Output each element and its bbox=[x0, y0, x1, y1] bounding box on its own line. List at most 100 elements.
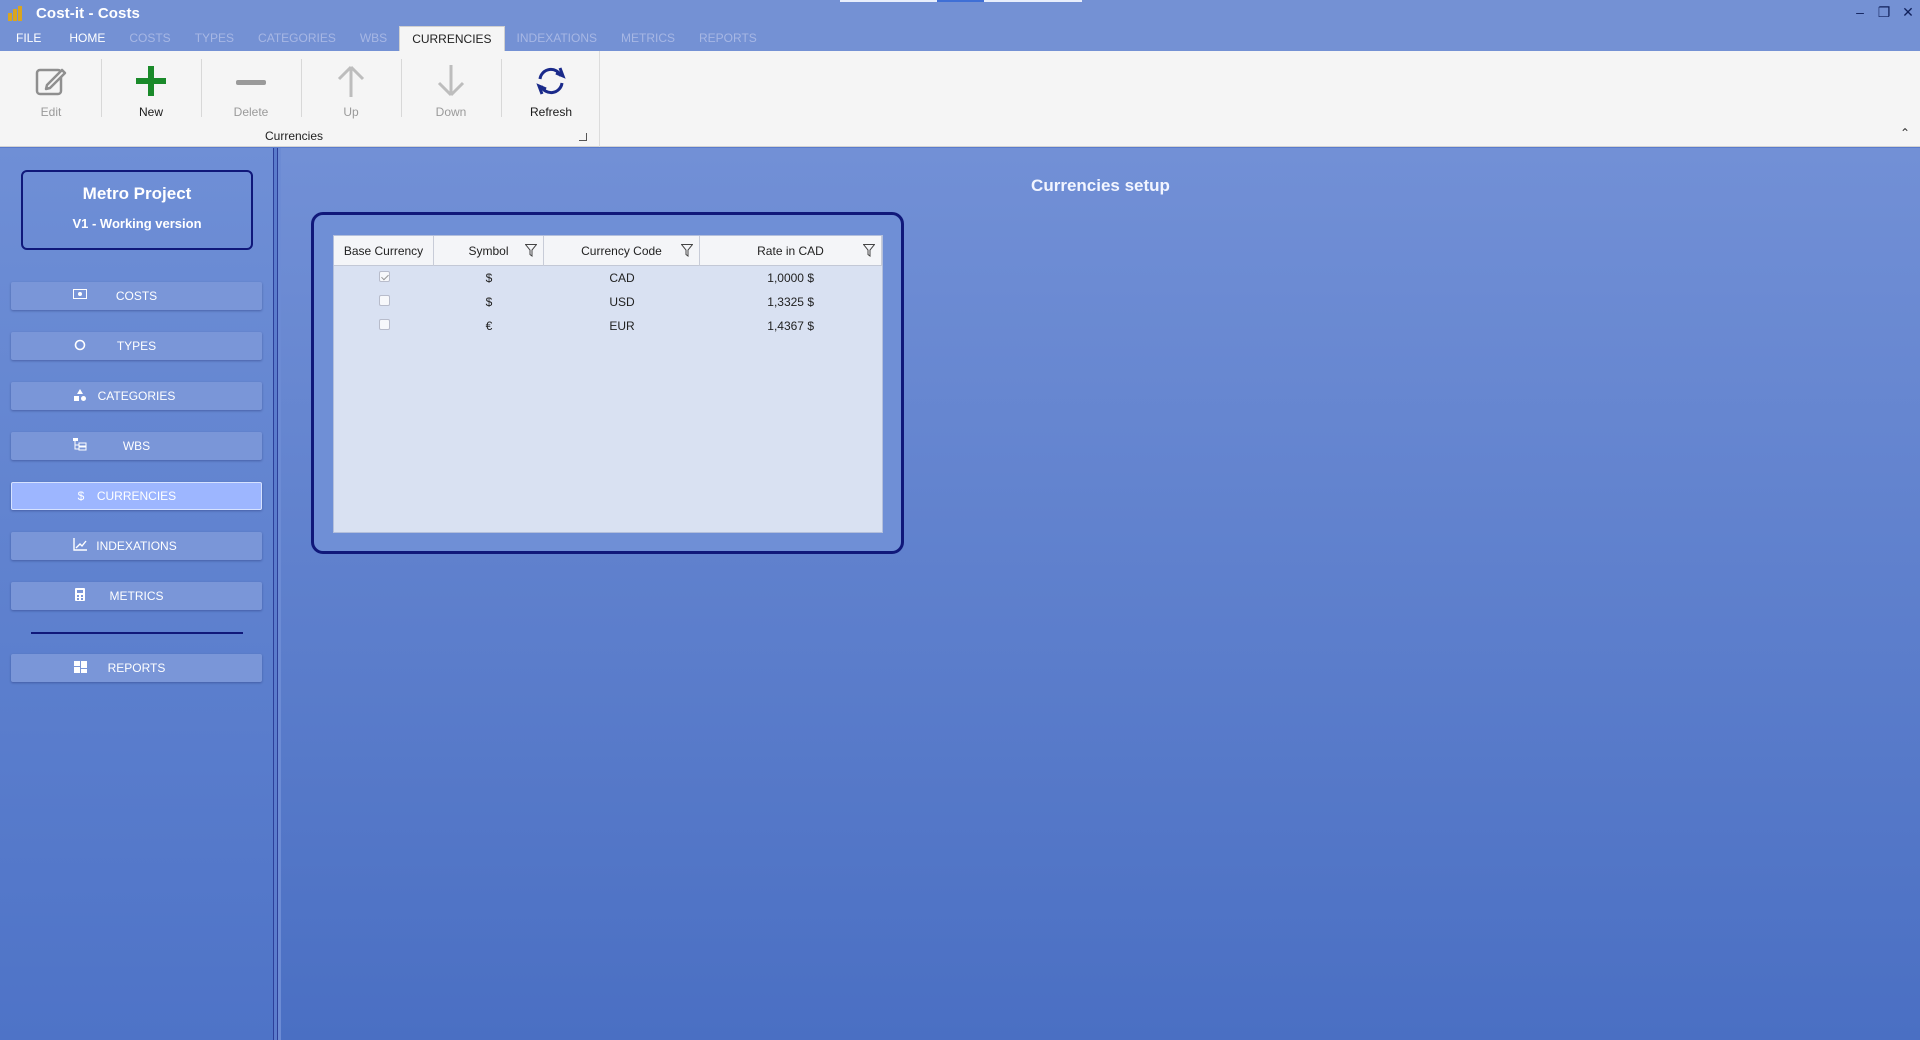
nav-indexations-label: INDEXATIONS bbox=[96, 539, 177, 553]
edit-label: Edit bbox=[40, 105, 62, 119]
app-logo-icon bbox=[6, 5, 22, 21]
nav-wbs[interactable]: WBS bbox=[11, 432, 262, 460]
currency-code-cell[interactable]: CAD bbox=[544, 271, 700, 285]
table-row[interactable]: $ USD 1,3325 $ bbox=[334, 290, 882, 314]
column-rate[interactable]: Rate in CAD bbox=[700, 236, 882, 266]
base-currency-checkbox[interactable] bbox=[378, 271, 390, 282]
currency-code-cell[interactable]: EUR bbox=[544, 319, 700, 333]
nav-reports[interactable]: REPORTS bbox=[11, 654, 262, 682]
project-version: V1 - Working version bbox=[72, 216, 202, 231]
filter-icon[interactable] bbox=[681, 244, 693, 257]
rate-cell[interactable]: 1,0000 $ bbox=[700, 271, 882, 285]
nav-costs[interactable]: COSTS bbox=[11, 282, 262, 310]
rate-cell[interactable]: 1,3325 $ bbox=[700, 295, 882, 309]
tab-indexations[interactable]: INDEXATIONS bbox=[505, 26, 609, 51]
column-symbol-label: Symbol bbox=[468, 244, 509, 258]
rate-cell[interactable]: 1,4367 $ bbox=[700, 319, 882, 333]
left-panel: Metro Project V1 - Working version COSTS… bbox=[0, 148, 274, 1040]
tab-home[interactable]: HOME bbox=[57, 26, 117, 51]
base-currency-checkbox-cell bbox=[334, 295, 434, 309]
currencies-grid: Base Currency Symbol Currency Code Rate … bbox=[333, 235, 883, 533]
tab-wbs[interactable]: WBS bbox=[348, 26, 399, 51]
ribbon-tabs: FILE HOME COSTS TYPES CATEGORIES WBS CUR… bbox=[0, 26, 1920, 51]
refresh-icon bbox=[531, 61, 571, 101]
tab-categories[interactable]: CATEGORIES bbox=[246, 26, 348, 51]
line-chart-icon bbox=[72, 538, 88, 554]
new-button[interactable]: New bbox=[101, 61, 201, 131]
base-currency-checkbox[interactable] bbox=[378, 319, 390, 330]
base-currency-checkbox-cell bbox=[334, 271, 434, 285]
refresh-button[interactable]: Refresh bbox=[501, 61, 601, 131]
window-title: Cost-it - Costs bbox=[36, 4, 140, 22]
nav-categories-label: CATEGORIES bbox=[97, 389, 176, 403]
nav-costs-label: COSTS bbox=[115, 289, 158, 303]
calculator-icon bbox=[72, 588, 88, 604]
arrow-down-icon bbox=[431, 61, 471, 101]
column-base-currency[interactable]: Base Currency bbox=[334, 236, 434, 266]
arrow-up-icon bbox=[331, 61, 371, 101]
nav-metrics-label: METRICS bbox=[109, 589, 164, 603]
edit-icon bbox=[31, 61, 71, 101]
table-row[interactable]: $ CAD 1,0000 $ bbox=[334, 266, 882, 290]
minus-icon bbox=[231, 61, 271, 101]
delete-label: Delete bbox=[233, 105, 269, 119]
filter-icon[interactable] bbox=[863, 244, 875, 257]
collapse-ribbon-icon[interactable]: ⌃ bbox=[1900, 126, 1910, 140]
nav-currencies[interactable]: $ CURRENCIES bbox=[11, 482, 262, 510]
currencies-card: Base Currency Symbol Currency Code Rate … bbox=[311, 212, 904, 554]
money-icon bbox=[72, 289, 88, 303]
new-label: New bbox=[138, 105, 163, 119]
up-label: Up bbox=[343, 105, 359, 119]
nav-indexations[interactable]: INDEXATIONS bbox=[11, 532, 262, 560]
tab-reports[interactable]: REPORTS bbox=[687, 26, 769, 51]
nav-reports-label: REPORTS bbox=[107, 661, 166, 675]
minimize-button[interactable]: – bbox=[1848, 0, 1872, 24]
tab-types[interactable]: TYPES bbox=[183, 26, 246, 51]
hierarchy-icon bbox=[72, 438, 88, 454]
group-launcher-icon[interactable] bbox=[579, 133, 587, 141]
base-currency-checkbox-cell bbox=[334, 319, 434, 333]
page-title: Currencies setup bbox=[1031, 176, 1170, 195]
close-button[interactable]: ✕ bbox=[1896, 0, 1920, 24]
nav-divider bbox=[31, 632, 243, 634]
title-indicator bbox=[840, 0, 1082, 2]
down-label: Down bbox=[435, 105, 467, 119]
title-bar: Cost-it - Costs – ❐ ✕ bbox=[0, 0, 1920, 26]
nav-metrics[interactable]: METRICS bbox=[11, 582, 262, 610]
base-currency-checkbox[interactable] bbox=[378, 295, 390, 306]
currency-code-cell[interactable]: USD bbox=[544, 295, 700, 309]
tab-file[interactable]: FILE bbox=[0, 26, 57, 51]
nav-types[interactable]: TYPES bbox=[11, 332, 262, 360]
shapes-icon bbox=[72, 388, 88, 404]
column-currency-code-label: Currency Code bbox=[581, 244, 662, 258]
refresh-label: Refresh bbox=[529, 105, 573, 119]
table-row[interactable]: € EUR 1,4367 $ bbox=[334, 314, 882, 338]
ribbon-body: Edit New Delete Up Down Refresh Currenci… bbox=[0, 51, 1920, 147]
nav-categories[interactable]: CATEGORIES bbox=[11, 382, 262, 410]
delete-button[interactable]: Delete bbox=[201, 61, 301, 131]
filter-icon[interactable] bbox=[525, 244, 537, 257]
symbol-cell[interactable]: € bbox=[434, 319, 544, 333]
main-content: Currencies setup Base Currency Symbol Cu… bbox=[281, 148, 1920, 1040]
circle-icon bbox=[72, 339, 88, 354]
edit-button[interactable]: Edit bbox=[1, 61, 101, 131]
nav-currencies-label: CURRENCIES bbox=[96, 489, 177, 503]
column-base-currency-label: Base Currency bbox=[343, 244, 424, 258]
dashboard-icon bbox=[72, 660, 88, 676]
up-button[interactable]: Up bbox=[301, 61, 401, 131]
down-button[interactable]: Down bbox=[401, 61, 501, 131]
restore-button[interactable]: ❐ bbox=[1872, 0, 1896, 24]
symbol-cell[interactable]: $ bbox=[434, 295, 544, 309]
column-symbol[interactable]: Symbol bbox=[434, 236, 544, 266]
column-currency-code[interactable]: Currency Code bbox=[544, 236, 700, 266]
column-rate-label: Rate in CAD bbox=[757, 244, 824, 258]
symbol-cell[interactable]: $ bbox=[434, 271, 544, 285]
tab-metrics[interactable]: METRICS bbox=[609, 26, 687, 51]
nav-wbs-label: WBS bbox=[122, 439, 151, 453]
project-name: Metro Project bbox=[82, 184, 192, 203]
project-card: Metro Project V1 - Working version bbox=[21, 170, 253, 250]
nav-types-label: TYPES bbox=[116, 339, 157, 353]
tab-currencies[interactable]: CURRENCIES bbox=[399, 26, 505, 51]
ribbon-group-currencies: Edit New Delete Up Down Refresh Currenci… bbox=[0, 51, 600, 147]
tab-costs[interactable]: COSTS bbox=[117, 26, 182, 51]
